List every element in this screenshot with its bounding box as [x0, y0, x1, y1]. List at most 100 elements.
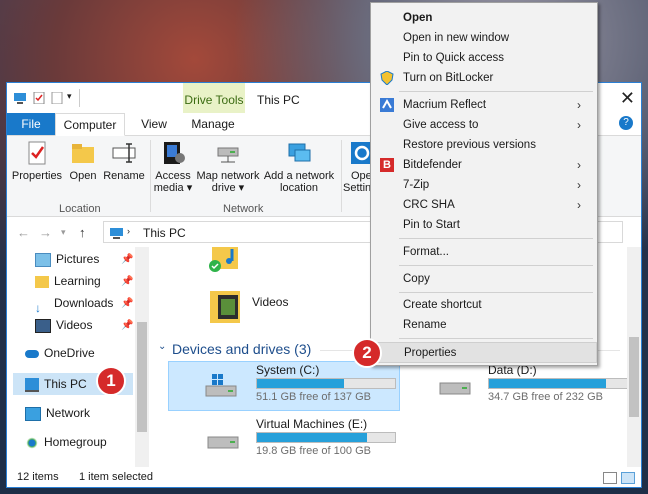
tab-view[interactable]: View [132, 113, 176, 135]
drive-d[interactable]: Data (D:) 34.7 GB free of 232 GB [428, 363, 641, 409]
callout-badge-1: 1 [96, 366, 126, 396]
menu-item-open[interactable]: Open [371, 8, 597, 28]
rename-ribbon-button[interactable]: Rename [103, 140, 145, 182]
menu-label: Copy [403, 273, 430, 285]
menu-item-open-new-window[interactable]: Open in new window [371, 28, 597, 48]
pin-icon[interactable]: 📌 [121, 254, 133, 265]
pin-icon[interactable]: 📌 [121, 276, 133, 287]
details-view-icon[interactable] [603, 472, 617, 484]
media-icon [160, 140, 186, 166]
menu-label: Rename [403, 319, 447, 331]
tab-manage[interactable]: Manage [182, 113, 244, 135]
menu-label: Pin to Start [403, 219, 460, 231]
drive-e[interactable]: Virtual Machines (E:) 19.8 GB free of 10… [196, 417, 416, 463]
menu-item-bitdefender[interactable]: B Bitdefender › [371, 155, 597, 175]
menu-item-rename[interactable]: Rename [371, 315, 597, 335]
forward-arrow-icon[interactable]: → [39, 225, 52, 240]
add-location-label-2: location [280, 182, 318, 194]
menu-item-pin-quick-access[interactable]: Pin to Quick access [371, 48, 597, 68]
menu-label: Bitdefender [403, 159, 462, 171]
properties-icon [24, 140, 50, 166]
nav-label: Downloads [54, 296, 114, 310]
devices-group-header[interactable]: Devices and drives (3) [172, 341, 311, 357]
nav-item-onedrive[interactable]: OneDrive [25, 343, 95, 363]
open-settings-label-1: Ope [351, 170, 372, 182]
videos-folder-label[interactable]: Videos [252, 295, 288, 309]
item-count: 12 items [17, 471, 59, 483]
nav-item-pictures[interactable]: Pictures [35, 249, 99, 269]
menu-label: Format... [403, 246, 450, 258]
menu-item-copy[interactable]: Copy [371, 269, 597, 289]
large-icons-view-icon[interactable] [621, 472, 635, 484]
menu-separator [399, 265, 593, 266]
nav-item-this-pc[interactable]: This PC [25, 374, 87, 394]
menu-label: Give access to [403, 119, 479, 131]
menu-label: 7-Zip [403, 179, 430, 191]
menu-item-create-shortcut[interactable]: Create shortcut [371, 295, 597, 315]
submenu-arrow-icon: › [577, 98, 581, 112]
menu-item-format[interactable]: Format... [371, 242, 597, 262]
drive-usage-fill [489, 379, 607, 388]
drive-tools-context-tab: Drive Tools [183, 83, 245, 113]
menu-item-crc-sha[interactable]: CRC SHA › [371, 195, 597, 215]
nav-scrollbar-thumb[interactable] [137, 322, 147, 432]
menu-item-7zip[interactable]: 7-Zip › [371, 175, 597, 195]
menu-item-restore-previous[interactable]: Restore previous versions [371, 135, 597, 155]
nav-item-network[interactable]: Network [25, 403, 90, 423]
recent-locations-icon[interactable]: ▾ [61, 227, 66, 238]
add-network-location-button[interactable]: Add a network location [263, 140, 335, 194]
tab-computer[interactable]: Computer [55, 113, 125, 136]
submenu-arrow-icon: › [577, 118, 581, 132]
nav-item-homegroup[interactable]: Homegroup [25, 432, 107, 452]
videos-folder-icon[interactable] [208, 287, 244, 330]
drive-c[interactable]: System (C:) 51.1 GB free of 137 GB [196, 363, 416, 409]
this-pc-address-icon [109, 227, 125, 242]
network-drive-icon [215, 140, 241, 166]
access-media-label-2: media ▾ [153, 182, 193, 194]
tab-file[interactable]: File [7, 113, 55, 135]
nav-label: OneDrive [44, 346, 95, 360]
this-pc-icon [13, 92, 26, 104]
group-divider [341, 140, 342, 212]
nav-item-videos[interactable]: Videos [35, 315, 92, 335]
open-settings-button[interactable]: Ope Settin [343, 140, 373, 194]
pin-icon[interactable]: 📌 [121, 320, 133, 331]
nav-item-downloads[interactable]: ↓ Downloads [35, 293, 114, 315]
map-drive-label-1: Map network [196, 170, 260, 182]
menu-item-give-access[interactable]: Give access to › [371, 115, 597, 135]
add-location-label-1: Add a network [263, 170, 335, 182]
breadcrumb-chevron-icon[interactable]: › [127, 226, 130, 236]
up-arrow-icon[interactable]: ↑ [79, 225, 86, 240]
menu-item-macrium[interactable]: Macrium Reflect › [371, 95, 597, 115]
open-ribbon-button[interactable]: Open [65, 140, 101, 182]
music-folder-icon[interactable] [206, 241, 242, 280]
drive-free-space: 19.8 GB free of 100 GB [256, 445, 371, 457]
menu-separator [399, 91, 593, 92]
drive-usage-fill [257, 433, 368, 442]
status-bar: 12 items 1 item selected [7, 467, 641, 487]
content-scrollbar-thumb[interactable] [629, 337, 639, 417]
properties-ribbon-button[interactable]: Properties [11, 140, 63, 182]
drive-free-space: 51.1 GB free of 137 GB [256, 391, 371, 403]
new-folder-quick-icon[interactable] [51, 91, 64, 105]
this-pc-icon [25, 377, 39, 392]
drive-name: Virtual Machines (E:) [256, 417, 368, 431]
collapse-chevron-icon[interactable]: ⌄ [158, 341, 166, 352]
drive-usage-bar [256, 378, 396, 389]
properties-quick-icon[interactable] [33, 91, 46, 105]
pin-icon[interactable]: 📌 [121, 298, 133, 309]
system-drive-icon [204, 373, 237, 397]
nav-item-learning[interactable]: Learning [35, 271, 101, 291]
access-media-button[interactable]: Access media ▾ [153, 140, 193, 194]
menu-item-pin-start[interactable]: Pin to Start [371, 215, 597, 235]
drive-free-space: 34.7 GB free of 232 GB [488, 391, 603, 403]
help-icon[interactable]: ? [619, 116, 633, 130]
map-network-drive-button[interactable]: Map network drive ▾ [195, 140, 261, 194]
network-icon [25, 406, 41, 421]
back-arrow-icon[interactable]: ← [17, 225, 30, 240]
close-button[interactable]: ✕ [620, 89, 635, 107]
menu-item-properties[interactable]: Properties [371, 342, 597, 363]
map-drive-label-2: drive ▾ [211, 182, 245, 194]
videos-icon [35, 318, 51, 333]
menu-item-bitlocker[interactable]: Turn on BitLocker [371, 68, 597, 88]
